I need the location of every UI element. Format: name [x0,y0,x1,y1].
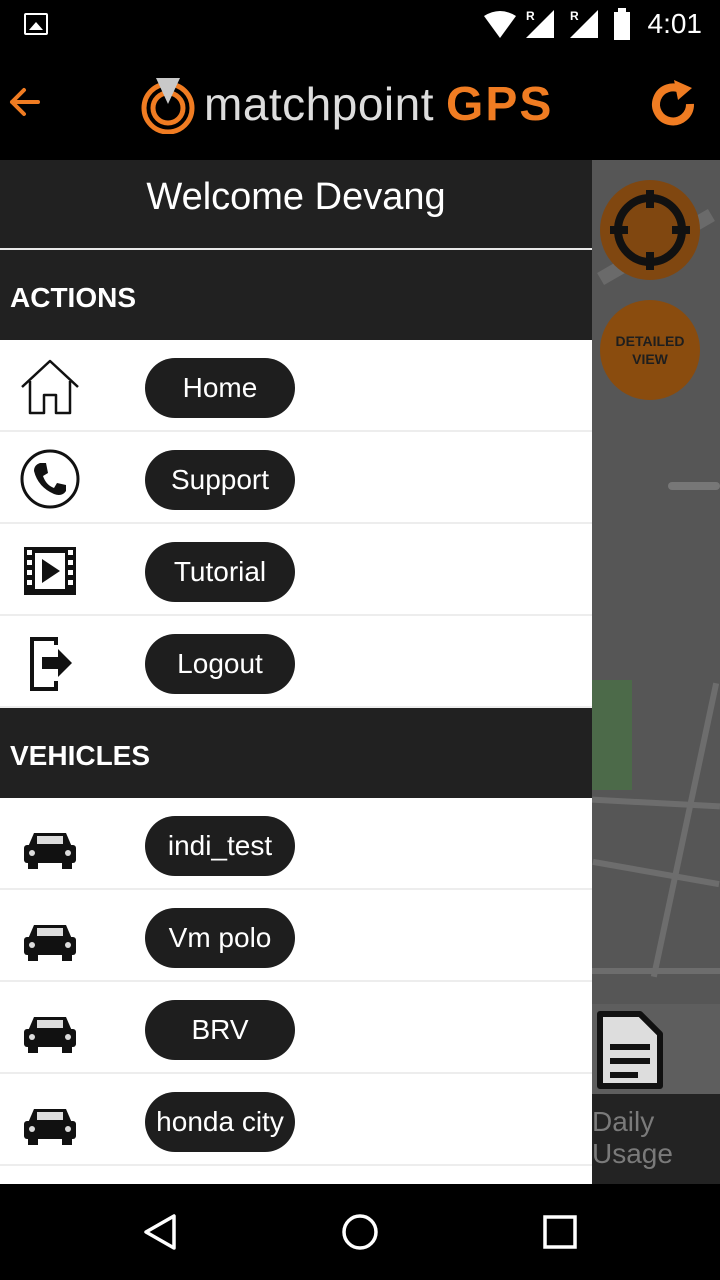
signal-icon: R [526,9,554,38]
vehicle-label[interactable]: indi_test [145,816,295,876]
status-bar: R R 4:01 [0,0,720,50]
clock: 4:01 [647,8,703,39]
svg-text:R: R [570,9,579,23]
crosshair-icon [610,190,690,270]
phone-icon [20,449,80,509]
document-icon [597,1011,663,1089]
arrow-left-icon[interactable] [4,80,48,124]
battery-icon [614,8,630,40]
menu-label-logout[interactable]: Logout [145,634,295,694]
menu-item-tutorial[interactable]: Tutorial [0,524,592,616]
menu-label-support[interactable]: Support [145,450,295,510]
vehicle-label[interactable]: BRV [145,1000,295,1060]
vehicle-label[interactable]: honda city [145,1092,295,1152]
app-logo: matchpoint GPS [138,74,553,134]
menu-item-logout[interactable]: Logout [0,616,592,708]
home-circle-icon[interactable] [340,1212,380,1252]
menu-item-home[interactable]: Home [0,340,592,432]
car-icon [24,1017,76,1053]
car-icon [24,833,76,869]
logo-accent: GPS [446,77,554,131]
home-icon [21,359,79,415]
locate-button[interactable] [600,180,700,280]
back-triangle-icon[interactable] [140,1212,180,1252]
car-icon [24,925,76,961]
refresh-icon[interactable] [644,76,702,134]
welcome-header: Welcome Devang [0,160,592,250]
svg-text:R: R [526,9,535,23]
image-notification-icon [24,13,48,35]
vehicle-item-indi-test[interactable]: indi_test [0,798,592,890]
logout-icon [30,637,72,691]
daily-usage-label[interactable]: Daily Usage [592,1094,720,1184]
logo-mark-icon [141,78,195,134]
section-title-vehicles: VEHICLES [0,708,592,798]
daily-usage-panel[interactable] [592,1004,720,1094]
video-icon [24,547,76,595]
menu-label-home[interactable]: Home [145,358,295,418]
wifi-icon [484,11,516,38]
app-header: matchpoint GPS [0,50,720,160]
recents-square-icon[interactable] [540,1212,580,1252]
menu-item-support[interactable]: Support [0,432,592,524]
vehicle-item-honda-city[interactable]: honda city [0,1074,592,1166]
menu-label-tutorial[interactable]: Tutorial [145,542,295,602]
vehicle-label[interactable]: Vm polo [145,908,295,968]
vehicle-item-vm-polo[interactable]: Vm polo [0,890,592,982]
section-title-actions: ACTIONS [0,250,592,340]
detailed-view-button[interactable]: DETAILED VIEW [600,300,700,400]
car-icon [24,1109,76,1145]
vehicle-item-brv[interactable]: BRV [0,982,592,1074]
signal-icon-2: R [570,9,598,38]
navigation-drawer: Welcome Devang ACTIONS Home Support Tuto… [0,160,592,1184]
system-nav-bar [0,1184,720,1280]
logo-text: matchpoint [204,78,435,130]
